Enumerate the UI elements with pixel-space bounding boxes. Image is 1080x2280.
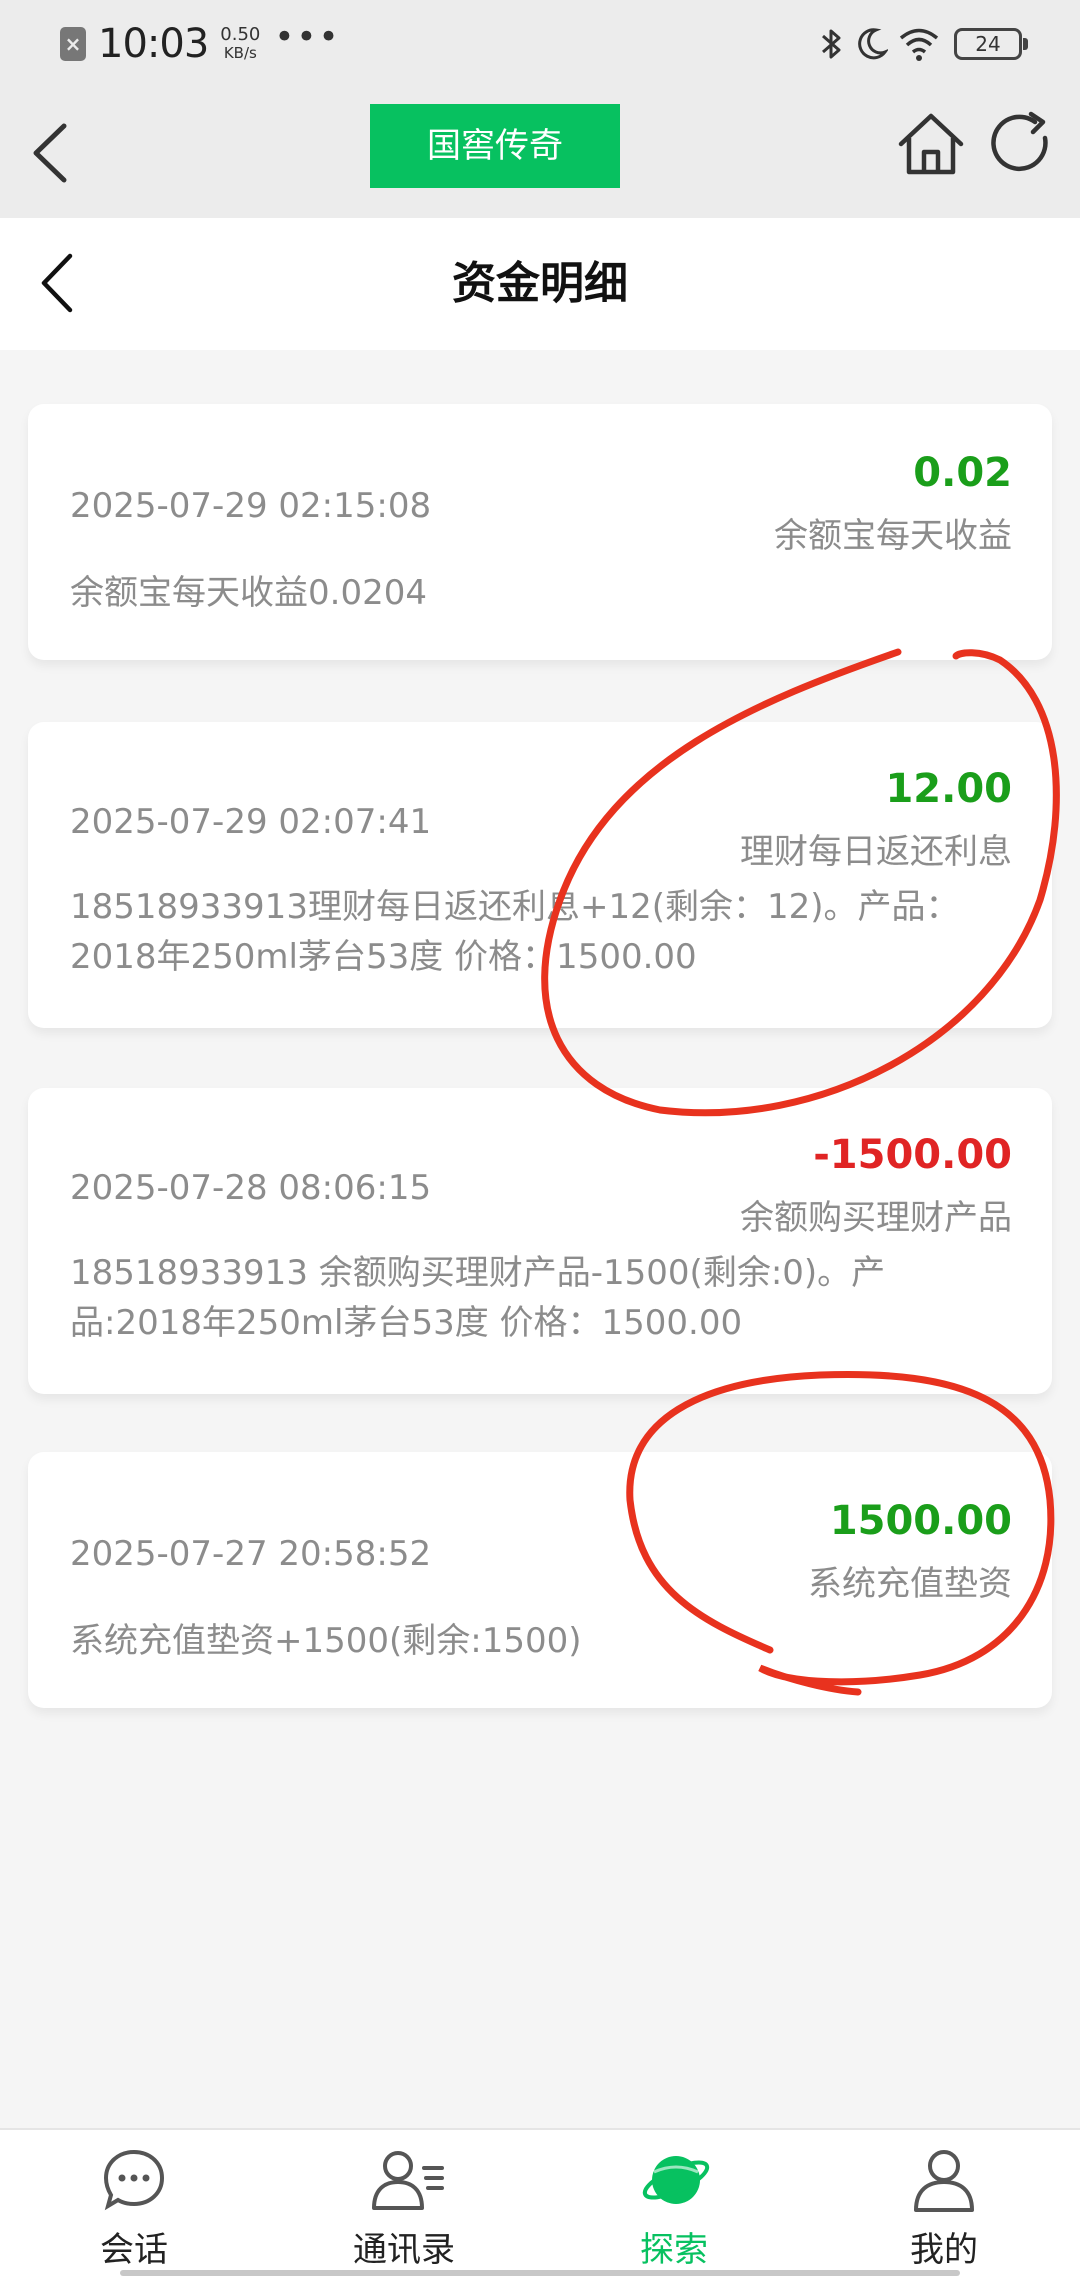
record-amount: 0.02: [913, 450, 1012, 496]
record-description: 18518933913理财每日返还利息+12(剩余：12)。产品：2018年25…: [70, 887, 960, 977]
bottom-tab-bar: 会话 通讯录 探索 我的: [0, 2128, 1080, 2280]
app-screen: × 10:03 0.50 KB/s ••• 24 国窖传奇 资金明细 0.02 …: [0, 0, 1080, 2280]
wifi-icon: [899, 28, 939, 61]
status-bar: × 10:03 0.50 KB/s ••• 24: [0, 0, 1080, 88]
record-type: 余额购买理财产品: [740, 1198, 1012, 1238]
tab-explore[interactable]: 探索: [574, 2130, 774, 2280]
record-type: 余额宝每天收益: [774, 516, 1012, 556]
network-speed: 0.50 KB/s: [220, 24, 261, 63]
record-amount: 12.00: [885, 766, 1012, 812]
home-indicator-bar[interactable]: [120, 2270, 960, 2276]
record-amount: 1500.00: [829, 1498, 1012, 1544]
bluetooth-icon: [822, 29, 841, 59]
fund-record-card[interactable]: 0.02 2025-07-29 02:15:08 余额宝每天收益 余额宝每天收益…: [28, 404, 1052, 660]
app-title-button[interactable]: 国窖传奇: [370, 104, 620, 188]
record-time: 2025-07-27 20:58:52: [70, 1534, 432, 1574]
back-arrow-icon[interactable]: [22, 118, 92, 188]
tab-chat[interactable]: 会话: [34, 2130, 234, 2280]
refresh-icon[interactable]: [985, 108, 1057, 180]
record-time: 2025-07-29 02:07:41: [70, 802, 432, 842]
battery-indicator: 24: [954, 28, 1028, 60]
tab-me[interactable]: 我的: [844, 2130, 1044, 2280]
fund-record-card[interactable]: 12.00 2025-07-29 02:07:41 理财每日返还利息 18518…: [28, 722, 1052, 1028]
contacts-icon: [372, 2151, 444, 2210]
status-left: × 10:03 0.50 KB/s •••: [60, 18, 341, 70]
fund-record-card[interactable]: -1500.00 2025-07-28 08:06:15 余额购买理财产品 18…: [28, 1088, 1052, 1394]
record-type: 系统充值垫资: [808, 1564, 1012, 1604]
network-speed-value: 0.50: [220, 24, 261, 45]
tab-contacts[interactable]: 通讯录: [304, 2130, 504, 2280]
chat-bubble-icon: [103, 2149, 165, 2211]
record-type: 理财每日返还利息: [740, 832, 1012, 872]
person-icon: [914, 2150, 974, 2212]
tab-label: 会话: [100, 2230, 168, 2270]
home-icon[interactable]: [895, 108, 967, 180]
record-amount: -1500.00: [813, 1132, 1012, 1178]
more-notifications-icon: •••: [274, 17, 341, 57]
app-header: 国窖传奇: [0, 88, 1080, 218]
tab-label: 我的: [910, 2230, 978, 2270]
network-speed-unit: KB/s: [223, 44, 257, 62]
record-description: 系统充值垫资+1500(剩余:1500): [70, 1621, 582, 1661]
tab-label: 通讯录: [353, 2230, 455, 2270]
fund-record-card[interactable]: 1500.00 2025-07-27 20:58:52 系统充值垫资 系统充值垫…: [28, 1452, 1052, 1708]
page-title: 资金明细: [452, 258, 628, 309]
record-time: 2025-07-29 02:15:08: [70, 486, 432, 526]
status-time: 10:03: [98, 21, 209, 67]
tab-label: 探索: [640, 2230, 708, 2270]
record-time: 2025-07-28 08:06:15: [70, 1168, 432, 1208]
page-back-icon[interactable]: [34, 248, 84, 318]
record-description: 18518933913 余额购买理财产品-1500(剩余:0)。产品:2018年…: [70, 1253, 886, 1343]
notification-icon: ×: [60, 27, 86, 61]
record-description: 余额宝每天收益0.0204: [70, 573, 427, 613]
status-right: 24: [820, 20, 1028, 68]
do-not-disturb-moon-icon: [858, 28, 888, 60]
page-header: 资金明细: [0, 218, 1080, 350]
planet-icon: [642, 2156, 710, 2204]
